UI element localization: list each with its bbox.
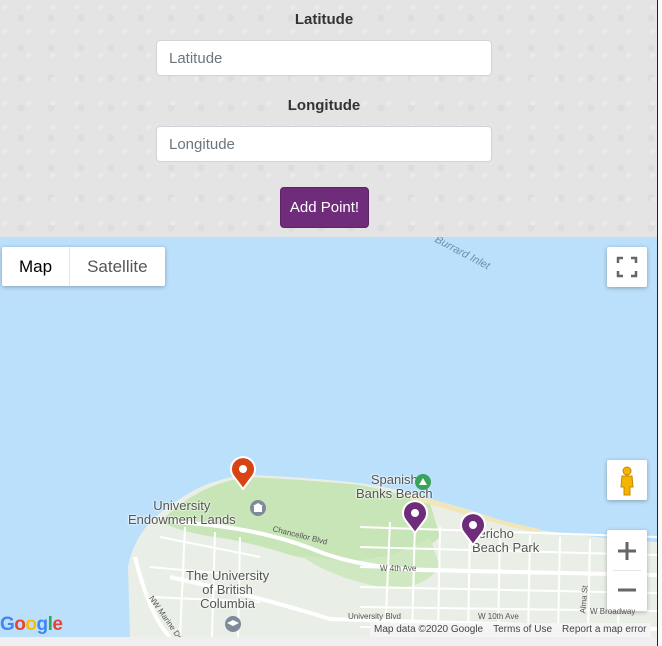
map-marker-3[interactable]	[459, 512, 487, 546]
map-marker-1[interactable]	[229, 456, 257, 490]
road-label-w-broadway: W Broadway	[590, 607, 636, 616]
bottom-strip	[0, 637, 657, 646]
landmark-icon	[250, 500, 266, 516]
place-label-ubc: The University of British Columbia	[186, 568, 270, 611]
zoom-out-button[interactable]	[607, 571, 647, 611]
map-pin-icon	[230, 456, 256, 490]
google-logo[interactable]: Google	[0, 614, 63, 636]
street-view-button[interactable]	[607, 460, 647, 500]
fullscreen-button[interactable]	[607, 247, 647, 287]
longitude-input[interactable]	[156, 126, 492, 162]
place-label-university-endowment: University Endowment Lands	[128, 498, 236, 527]
map-terrain	[128, 475, 657, 637]
road-label-w4th: W 4th Ave	[380, 564, 417, 573]
coordinate-form: Latitude Longitude Add Point!	[0, 0, 657, 237]
map-pin-icon	[402, 500, 428, 534]
plus-icon	[618, 542, 636, 560]
map-type-map-button[interactable]: Map	[2, 247, 71, 286]
school-icon	[225, 616, 241, 632]
minus-icon	[618, 588, 636, 592]
latitude-label: Latitude	[294, 11, 354, 28]
map-type-satellite-button[interactable]: Satellite	[70, 247, 164, 286]
fullscreen-icon	[616, 256, 638, 278]
right-edge-strip	[657, 0, 662, 646]
terms-of-use-link[interactable]: Terms of Use	[493, 623, 552, 637]
longitude-label: Longitude	[287, 97, 361, 114]
map-pin-icon	[460, 512, 486, 546]
pegman-icon	[620, 466, 634, 496]
park-icon	[415, 474, 431, 490]
road-label-w10th: W 10th Ave	[478, 612, 519, 621]
latitude-input[interactable]	[156, 40, 492, 76]
google-map[interactable]: Map Satellite Burrard Inlet Spanish Bank…	[0, 237, 657, 637]
report-map-error-link[interactable]: Report a map error	[562, 623, 646, 637]
map-attribution: Map data ©2020 Google Terms of Use Repor…	[370, 623, 651, 637]
map-marker-2[interactable]	[401, 500, 429, 534]
zoom-control	[607, 530, 647, 611]
add-point-button[interactable]: Add Point!	[280, 187, 369, 228]
road-label-university-blvd: University Blvd	[348, 612, 401, 621]
map-type-control: Map Satellite	[2, 247, 165, 286]
zoom-in-button[interactable]	[607, 530, 647, 570]
map-data-text: Map data ©2020 Google	[374, 624, 484, 635]
